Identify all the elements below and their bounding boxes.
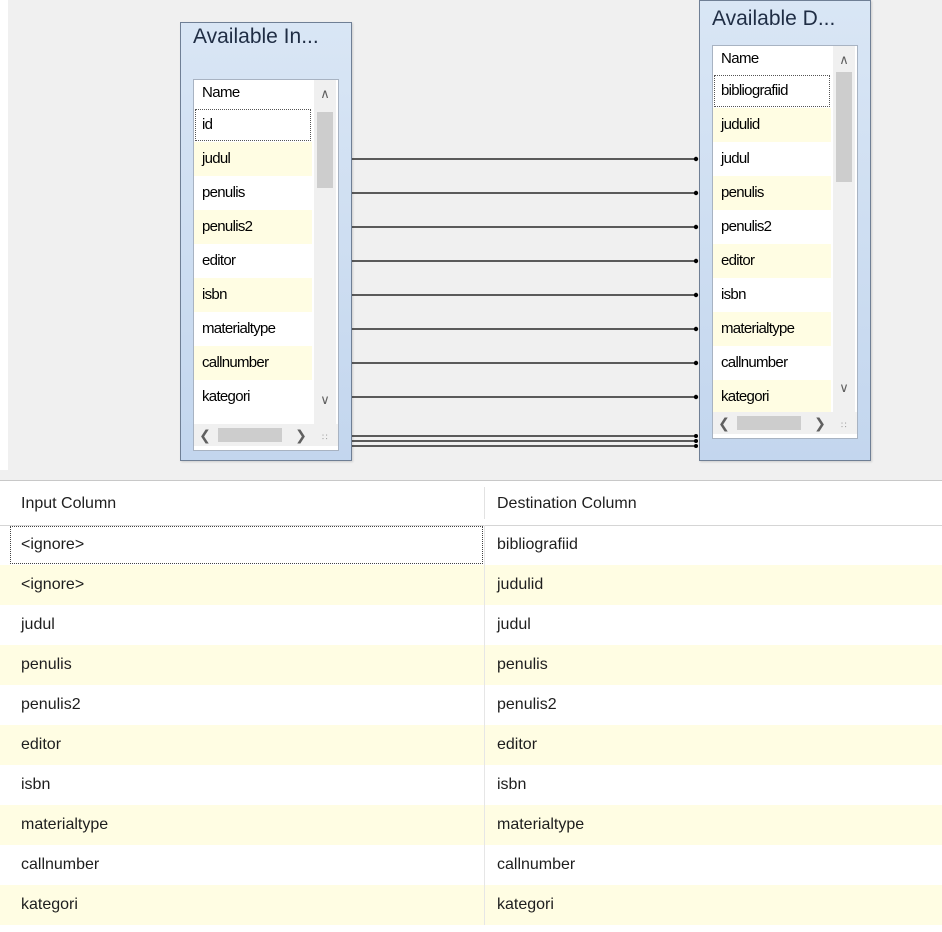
input-column-cell[interactable]: editor [9, 725, 484, 765]
input-column-cell[interactable]: penulis2 [9, 685, 484, 725]
chevron-up-icon[interactable]: ∧ [833, 52, 855, 68]
destination-column-item[interactable]: judulid [713, 108, 831, 142]
destination-column-cell[interactable]: isbn [485, 765, 942, 805]
destination-column-cell[interactable]: penulis [485, 645, 942, 685]
input-column-cell[interactable]: callnumber [9, 845, 484, 885]
destination-column-cell[interactable]: penulis2 [485, 685, 942, 725]
mapping-row[interactable]: isbn isbn [0, 765, 942, 805]
destination-table-title: Available D... [712, 7, 836, 30]
destination-column-item[interactable]: penulis [713, 176, 831, 210]
input-column-header[interactable]: Input Column [9, 481, 484, 525]
input-column-item[interactable]: kategori [194, 380, 312, 414]
chevron-right-icon[interactable]: ❯ [809, 415, 831, 432]
column-mapping-grid: Input Column Destination Column <ignore>… [0, 481, 942, 932]
destination-column-item[interactable]: materialtype [713, 312, 831, 346]
input-column-cell[interactable]: kategori [9, 885, 484, 925]
destination-name-column-header[interactable]: Name [713, 46, 831, 72]
mapping-canvas: Available In... Name id judul penulis penul… [8, 0, 942, 470]
destination-column-cell[interactable]: bibliografiid [485, 525, 942, 565]
input-column-item[interactable]: materialtype [194, 312, 312, 346]
available-input-columns-table[interactable]: Available In... Name id judul penulis penul… [180, 22, 352, 461]
chevron-down-icon[interactable]: ∨ [314, 392, 336, 408]
input-column-cell[interactable]: <ignore> [9, 565, 484, 605]
grid-header: Input Column Destination Column [0, 481, 942, 526]
input-column-item[interactable]: isbn [194, 278, 312, 312]
mapping-row[interactable]: <ignore> judulid [0, 565, 942, 605]
panel-splitter[interactable] [0, 470, 942, 481]
destination-horizontal-scrollbar[interactable]: ❮ ❯ ∷ [713, 412, 857, 434]
chevron-up-icon[interactable]: ∧ [314, 86, 336, 102]
destination-column-cell[interactable]: judulid [485, 565, 942, 605]
destination-column-cell[interactable]: editor [485, 725, 942, 765]
input-column-item[interactable]: judul [194, 142, 312, 176]
input-column-item[interactable]: id [194, 108, 312, 142]
input-column-cell[interactable]: judul [9, 605, 484, 645]
input-vertical-scrollbar[interactable]: ∧ ∨ [314, 80, 336, 424]
mapping-row[interactable]: penulis2 penulis2 [0, 685, 942, 725]
mapping-row[interactable]: penulis penulis [0, 645, 942, 685]
destination-columns-list[interactable]: Name bibliografiid judulid judul penulis pen… [712, 45, 858, 439]
mapping-row[interactable]: <ignore> bibliografiid [0, 525, 942, 565]
destination-column-item[interactable]: penulis2 [713, 210, 831, 244]
input-column-cell[interactable]: isbn [9, 765, 484, 805]
input-hscroll-thumb[interactable] [218, 428, 282, 442]
chevron-left-icon[interactable]: ❮ [194, 427, 216, 444]
destination-column-item[interactable]: callnumber [713, 346, 831, 380]
destination-scroll-thumb[interactable] [836, 72, 852, 182]
input-name-column-header[interactable]: Name [194, 80, 312, 106]
destination-column-item[interactable]: bibliografiid [713, 74, 831, 108]
mapping-line-endpoint [693, 292, 699, 298]
chevron-left-icon[interactable]: ❮ [713, 415, 735, 432]
mapping-line-endpoint [693, 190, 699, 196]
mapping-row[interactable]: materialtype materialtype [0, 805, 942, 845]
chevron-right-icon[interactable]: ❯ [290, 427, 312, 444]
destination-column-cell[interactable]: kategori [485, 885, 942, 925]
input-horizontal-scrollbar[interactable]: ❮ ❯ ∷ [194, 424, 338, 446]
available-destination-columns-table[interactable]: Available D... Name bibliografiid judulid… [699, 0, 871, 461]
input-column-cell[interactable]: <ignore> [9, 525, 484, 565]
mapping-row[interactable]: callnumber callnumber [0, 845, 942, 885]
mapping-line-endpoint [693, 360, 699, 366]
destination-column-item[interactable]: editor [713, 244, 831, 278]
mapping-line-endpoint [694, 439, 698, 443]
input-column-cell[interactable]: materialtype [9, 805, 484, 845]
resize-grip-icon[interactable]: ∷ [322, 432, 328, 443]
input-scroll-thumb[interactable] [317, 112, 333, 188]
mapping-line-endpoint [693, 224, 699, 230]
mapping-line-endpoint [693, 394, 699, 400]
destination-column-cell[interactable]: callnumber [485, 845, 942, 885]
resize-grip-icon[interactable]: ∷ [841, 420, 847, 431]
destination-hscroll-thumb[interactable] [737, 416, 801, 430]
destination-column-item[interactable]: isbn [713, 278, 831, 312]
mapping-line-endpoint [694, 444, 698, 448]
input-column-item[interactable]: penulis2 [194, 210, 312, 244]
input-columns-list[interactable]: Name id judul penulis penulis2 editor isbn mat… [193, 79, 339, 451]
input-column-item[interactable]: editor [194, 244, 312, 278]
input-column-item[interactable]: callnumber [194, 346, 312, 380]
mapping-row[interactable]: editor editor [0, 725, 942, 765]
destination-column-item[interactable]: kategori [713, 380, 831, 414]
mapping-line-endpoint [693, 258, 699, 264]
chevron-down-icon[interactable]: ∨ [833, 380, 855, 396]
mapping-line-endpoint [693, 326, 699, 332]
mapping-line-endpoint [693, 156, 699, 162]
destination-column-cell[interactable]: materialtype [485, 805, 942, 845]
input-table-title: Available In... [193, 25, 319, 48]
mapping-row[interactable]: kategori kategori [0, 885, 942, 925]
mapping-row[interactable]: judul judul [0, 605, 942, 645]
destination-vertical-scrollbar[interactable]: ∧ ∨ [833, 46, 855, 412]
mapping-line-endpoint [694, 434, 698, 438]
destination-column-cell[interactable]: judul [485, 605, 942, 645]
destination-column-header[interactable]: Destination Column [485, 481, 942, 525]
destination-column-item[interactable]: judul [713, 142, 831, 176]
input-column-item[interactable]: penulis [194, 176, 312, 210]
input-column-cell[interactable]: penulis [9, 645, 484, 685]
